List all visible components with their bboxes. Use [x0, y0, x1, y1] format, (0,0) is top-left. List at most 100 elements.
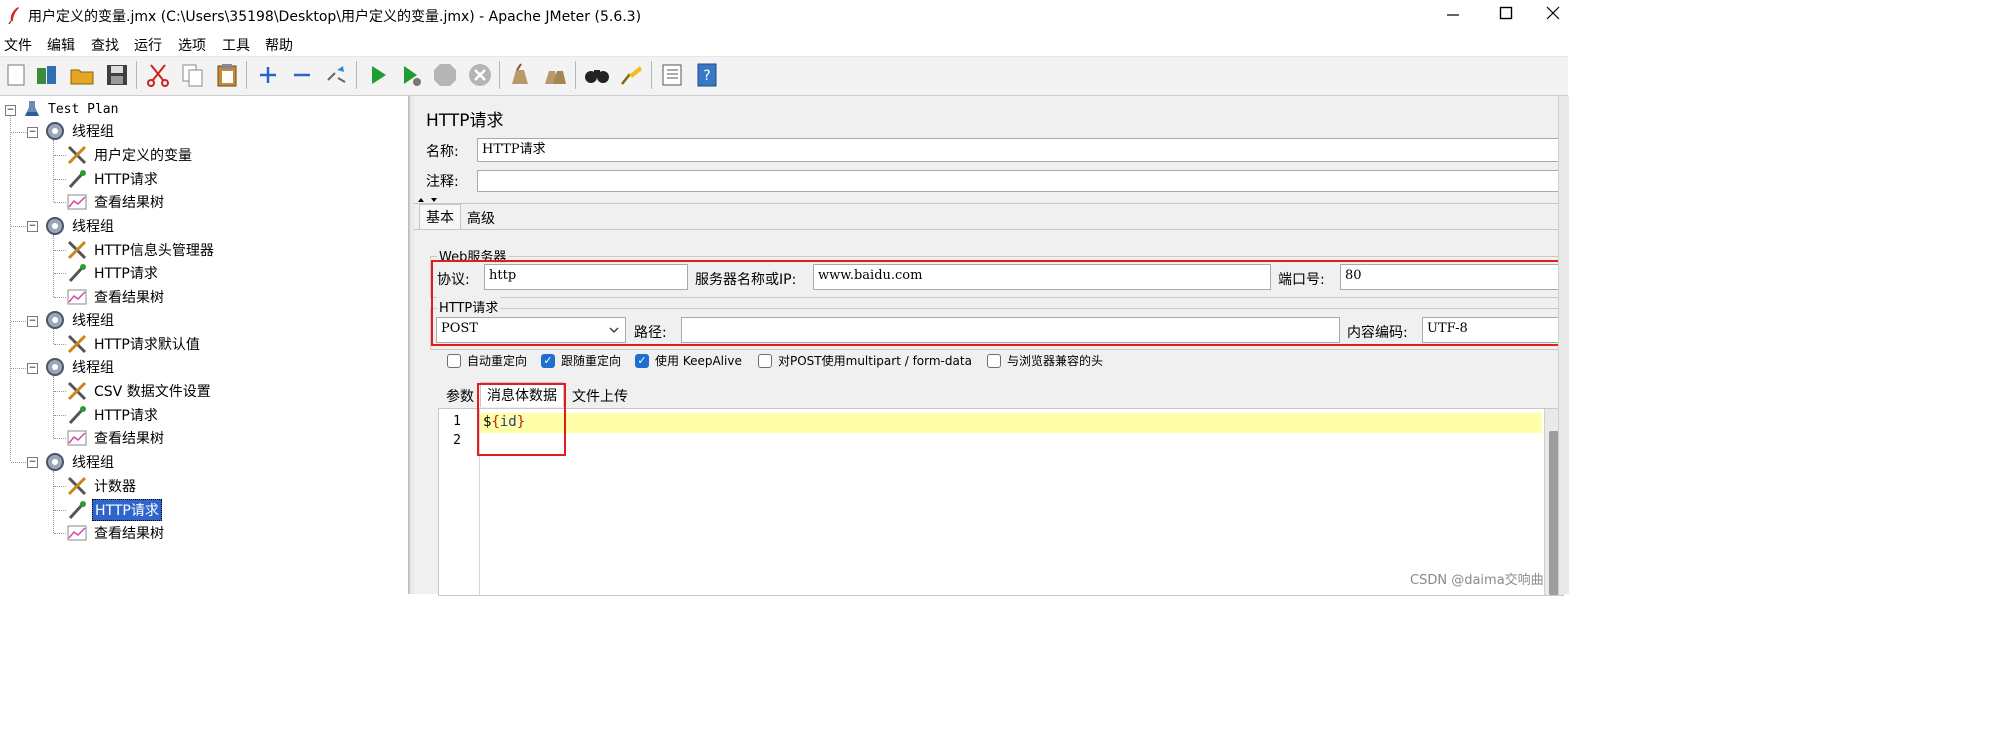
tree-node-thread-group[interactable]: 线程组: [44, 356, 116, 378]
start-icon[interactable]: [365, 62, 391, 88]
collapse-icon[interactable]: [289, 62, 315, 88]
test-plan-icon: [25, 101, 39, 116]
config-tools-icon: [67, 381, 87, 401]
new-icon[interactable]: [3, 62, 29, 88]
toggle-icon[interactable]: [323, 62, 349, 88]
search-icon[interactable]: [584, 62, 610, 88]
name-label: 名称:: [426, 144, 459, 160]
shutdown-icon[interactable]: [467, 62, 493, 88]
collapse-toggle[interactable]: −: [27, 127, 38, 138]
start-no-pause-icon[interactable]: [398, 62, 424, 88]
collapse-toggle[interactable]: −: [27, 457, 38, 468]
checkbox-label: 使用 KeepAlive: [655, 354, 742, 368]
tree-guide: [54, 155, 66, 156]
templates-icon[interactable]: [34, 62, 60, 88]
tree-node-thread-group[interactable]: 线程组: [44, 215, 116, 237]
collapse-toggle[interactable]: −: [5, 105, 16, 116]
tree-node-csv-config[interactable]: CSV 数据文件设置: [66, 380, 213, 402]
tree-node-http-request[interactable]: HTTP请求: [66, 262, 160, 284]
tab-parameters[interactable]: 参数: [440, 384, 480, 408]
tree-guide: [11, 132, 28, 133]
tree-node-label: HTTP请求: [94, 172, 158, 188]
auto-redirect-checkbox[interactable]: 自动重定向: [447, 352, 527, 369]
multipart-checkbox[interactable]: 对POST使用multipart / form-data: [758, 352, 972, 369]
copy-icon[interactable]: [180, 62, 206, 88]
close-icon[interactable]: [1546, 6, 1560, 20]
toolbar-separator: [651, 61, 652, 89]
tab-strip-line: [414, 229, 1568, 230]
expand-icon[interactable]: [255, 62, 281, 88]
keepalive-checkbox[interactable]: ✓ 使用 KeepAlive: [635, 352, 742, 369]
tree-node-label: 线程组: [72, 455, 114, 471]
help-icon[interactable]: ?: [694, 62, 720, 88]
tree-node-label: HTTP请求: [94, 408, 158, 424]
sampler-pipette-icon: [68, 170, 86, 189]
tree-node-http-request-selected[interactable]: HTTP请求: [66, 499, 162, 521]
tab-file-upload[interactable]: 文件上传: [566, 384, 634, 408]
svg-text:?: ?: [703, 68, 710, 84]
toolbar-separator: [246, 61, 247, 89]
thread-group-icon: [46, 453, 64, 471]
tree-node-thread-group[interactable]: 线程组: [44, 451, 116, 473]
collapse-toggle[interactable]: −: [27, 316, 38, 327]
tree-node-thread-group[interactable]: 线程组: [44, 309, 116, 331]
comment-input[interactable]: [477, 170, 1568, 192]
clear-icon[interactable]: [507, 62, 533, 88]
tree-node-thread-group[interactable]: 线程组: [44, 120, 116, 142]
tree-node-result-tree[interactable]: 查看结果树: [66, 191, 166, 213]
collapse-toggle[interactable]: −: [27, 363, 38, 374]
tree-node-label: HTTP请求: [92, 499, 162, 521]
open-icon[interactable]: [69, 62, 95, 88]
thread-group-icon: [46, 311, 64, 329]
tree-guide: [11, 226, 28, 227]
tree-node-label: 线程组: [72, 360, 114, 376]
reset-search-icon[interactable]: [618, 62, 644, 88]
menu-run[interactable]: 运行: [134, 35, 162, 55]
tab-basic[interactable]: 基本: [419, 204, 461, 229]
clear-all-icon[interactable]: [542, 62, 568, 88]
tree-node-http-request[interactable]: HTTP请求: [66, 404, 160, 426]
menu-file[interactable]: 文件: [4, 35, 32, 55]
tree-node-http-request[interactable]: HTTP请求: [66, 168, 160, 190]
menu-edit[interactable]: 编辑: [47, 35, 75, 55]
menu-options[interactable]: 选项: [178, 35, 206, 55]
tree-node-test-plan[interactable]: Test Plan: [22, 98, 120, 120]
tab-advanced[interactable]: 高级: [461, 206, 501, 230]
tree-guide: [54, 510, 66, 511]
collapse-toggle[interactable]: −: [27, 221, 38, 232]
tree-node-result-tree[interactable]: 查看结果树: [66, 522, 166, 544]
cut-icon[interactable]: [145, 62, 171, 88]
listener-chart-icon: [67, 194, 87, 210]
tree-node-header-manager[interactable]: HTTP信息头管理器: [66, 239, 216, 261]
tree-node-user-variables[interactable]: 用户定义的变量: [66, 144, 194, 166]
menu-tools[interactable]: 工具: [222, 35, 250, 55]
tree-guide: [54, 438, 66, 439]
tree-guide: [11, 321, 28, 322]
minimize-icon[interactable]: [1446, 8, 1460, 22]
stop-icon[interactable]: [432, 62, 458, 88]
tree-node-label: HTTP请求: [94, 266, 158, 282]
paste-icon[interactable]: [214, 62, 240, 88]
name-input[interactable]: HTTP请求: [477, 138, 1568, 162]
browser-headers-checkbox[interactable]: 与浏览器兼容的头: [987, 352, 1103, 369]
function-helper-icon[interactable]: [659, 62, 685, 88]
panel-scrollbar[interactable]: [1558, 96, 1569, 594]
current-line-highlight: [480, 413, 1542, 433]
tree-node-result-tree[interactable]: 查看结果树: [66, 427, 166, 449]
menu-search[interactable]: 查找: [91, 35, 119, 55]
body-data-editor[interactable]: 1 2 ${id}: [438, 408, 1564, 596]
tree-node-label: 查看结果树: [94, 431, 164, 447]
tree-guide: [54, 179, 66, 180]
follow-redirect-checkbox[interactable]: ✓ 跟随重定向: [541, 352, 621, 369]
tree-node-label: 查看结果树: [94, 195, 164, 211]
menu-help[interactable]: 帮助: [265, 35, 293, 55]
tree-node-result-tree[interactable]: 查看结果树: [66, 286, 166, 308]
checkbox-label: 跟随重定向: [561, 354, 622, 368]
tree-node-http-defaults[interactable]: HTTP请求默认值: [66, 333, 202, 355]
sampler-pipette-icon: [68, 501, 86, 520]
save-icon[interactable]: [104, 62, 130, 88]
maximize-icon[interactable]: [1499, 6, 1513, 20]
toolbar: ?: [0, 57, 1568, 96]
tree-guide: [11, 368, 28, 369]
tree-node-counter[interactable]: 计数器: [66, 475, 138, 497]
